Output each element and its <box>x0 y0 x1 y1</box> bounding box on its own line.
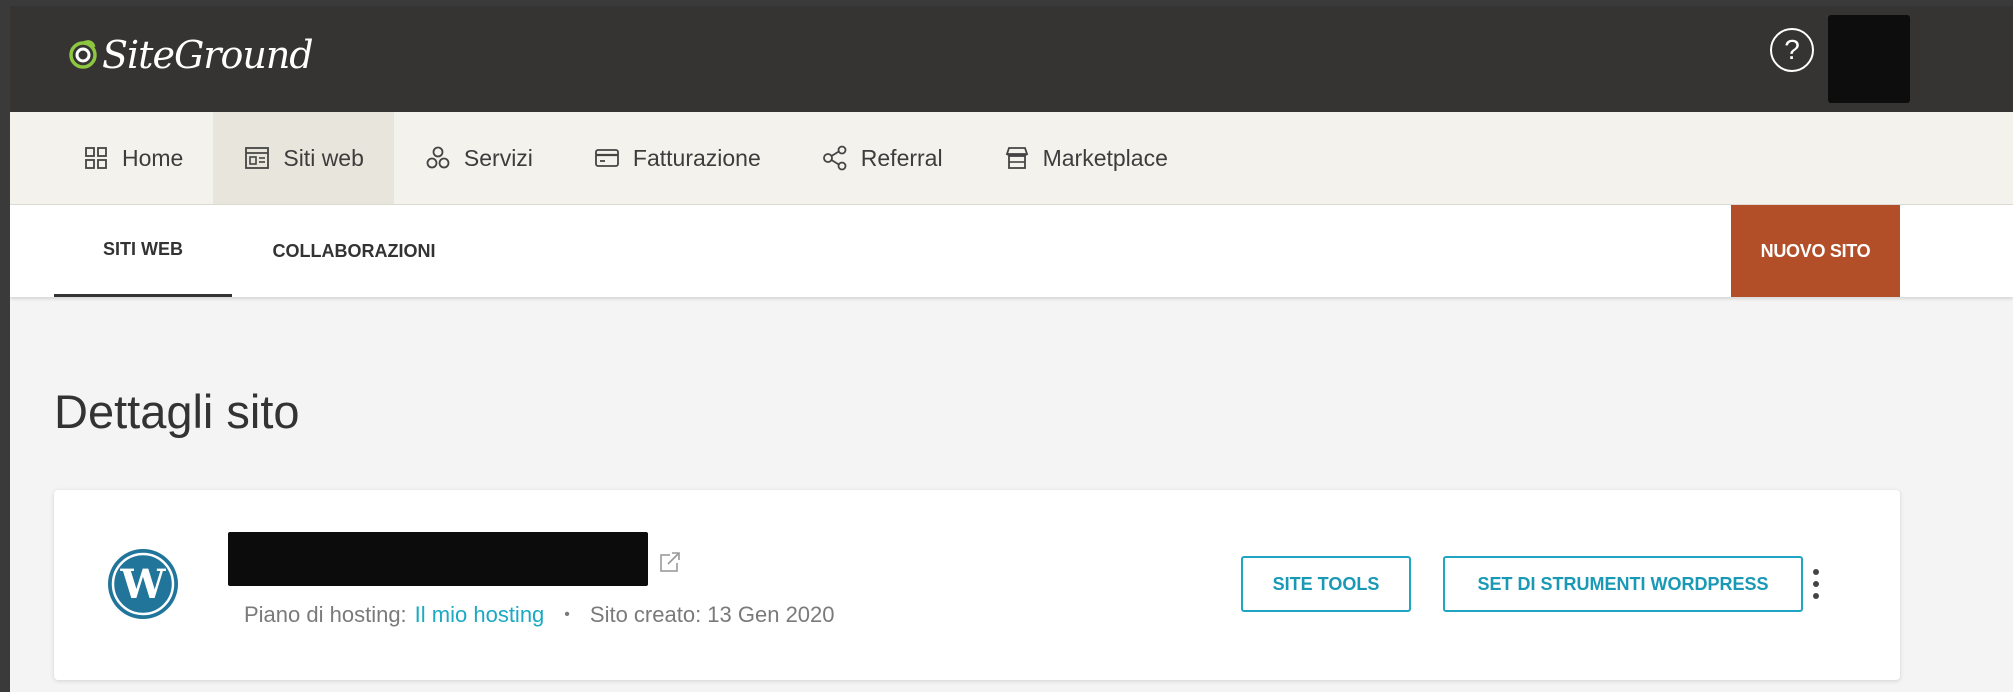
tab-websites[interactable]: SITI WEB <box>54 205 232 297</box>
user-avatar[interactable] <box>1828 15 1910 103</box>
services-icon <box>426 146 450 169</box>
grid-icon <box>85 147 107 169</box>
app-window: SiteGround ? Home Siti web Servizi Fattu… <box>10 6 2013 692</box>
site-card: W Piano di hosting: Il mio hosting • Sit… <box>54 490 1900 680</box>
siteground-logo[interactable]: SiteGround <box>68 30 314 80</box>
site-domain-redacted[interactable] <box>228 532 648 586</box>
nav-label: Home <box>122 144 184 171</box>
main-nav: Home Siti web Servizi Fatturazione Refer… <box>10 112 2013 205</box>
help-icon: ? <box>1784 34 1800 65</box>
external-link-icon[interactable] <box>658 550 682 574</box>
card-icon <box>595 149 619 167</box>
siteground-swirl-icon <box>69 40 97 69</box>
nav-item-services[interactable]: Servizi <box>394 112 563 204</box>
wordpress-toolkit-button[interactable]: SET DI STRUMENTI WORDPRESS <box>1443 556 1803 612</box>
tab-label: COLLABORAZIONI <box>272 240 436 261</box>
nav-label: Referral <box>860 144 943 171</box>
svg-text:W: W <box>120 561 167 608</box>
page-title: Dettagli sito <box>54 385 300 438</box>
nav-item-marketplace[interactable]: Marketplace <box>973 112 1198 204</box>
store-icon <box>1005 147 1028 169</box>
nav-item-websites[interactable]: Siti web <box>213 112 394 204</box>
nav-item-billing[interactable]: Fatturazione <box>563 112 791 204</box>
site-meta: Piano di hosting: Il mio hosting • Sito … <box>244 602 835 628</box>
wordpress-icon: W <box>108 549 178 619</box>
nav-label: Fatturazione <box>632 144 761 171</box>
sub-nav: SITI WEB COLLABORAZIONI NUOVO SITO <box>10 205 2013 297</box>
nav-label: Marketplace <box>1042 144 1168 171</box>
website-icon <box>245 147 270 169</box>
nav-item-referral[interactable]: Referral <box>791 112 973 204</box>
meta-separator: • <box>564 606 570 623</box>
help-button[interactable]: ? <box>1770 28 1814 72</box>
more-options-icon[interactable] <box>1804 562 1828 606</box>
nav-label: Siti web <box>283 144 364 171</box>
site-created-date: Sito creato: 13 Gen 2020 <box>589 602 835 627</box>
top-bar: SiteGround ? <box>10 6 2013 112</box>
hosting-plan-link[interactable]: Il mio hosting <box>415 602 545 628</box>
brand-name: SiteGround <box>102 33 314 77</box>
tab-label: SITI WEB <box>103 239 183 259</box>
tab-collaborations[interactable]: COLLABORAZIONI <box>262 205 446 297</box>
site-tools-button[interactable]: SITE TOOLS <box>1241 556 1411 612</box>
nav-label: Servizi <box>463 144 533 171</box>
share-icon <box>822 145 847 171</box>
new-site-button[interactable]: NUOVO SITO <box>1731 205 1900 297</box>
hosting-plan-label: Piano di hosting: <box>244 602 407 627</box>
nav-item-home[interactable]: Home <box>10 112 213 204</box>
